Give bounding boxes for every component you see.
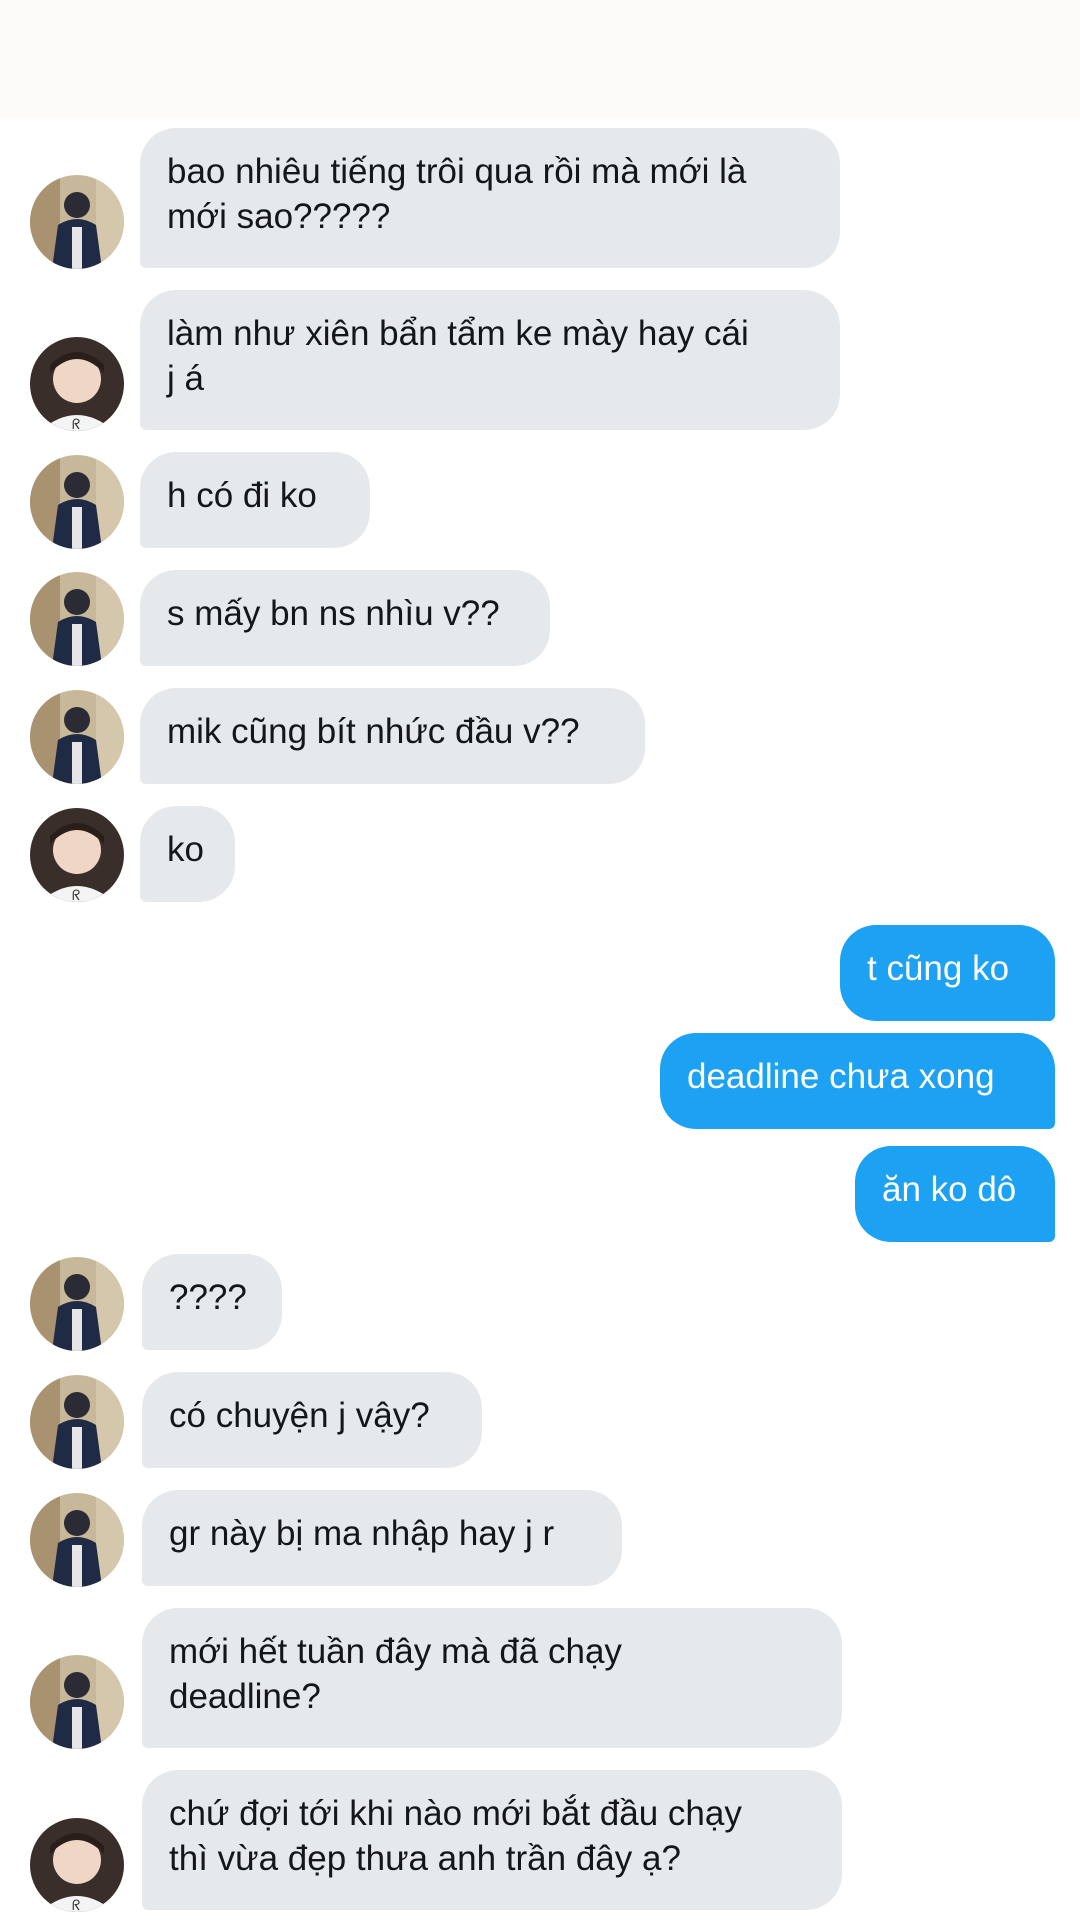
incoming-message-bubble[interactable]: bao nhiêu tiếng trôi qua rồi mà mới là m… xyxy=(140,128,840,268)
incoming-message-bubble[interactable]: s mấy bn ns nhìu v?? xyxy=(140,570,550,666)
avatar-boy-dark-jacket-icon[interactable] xyxy=(30,1257,124,1351)
avatar-image: ᖇ xyxy=(30,337,124,431)
avatar-image xyxy=(30,572,124,666)
incoming-message-bubble[interactable]: làm như xiên bẩn tẩm ke mày hay cái j á xyxy=(140,290,840,430)
incoming-message-bubble[interactable]: có chuyện j vậy? xyxy=(142,1372,482,1468)
avatar-boy-dark-jacket-icon[interactable] xyxy=(30,455,124,549)
outgoing-message-bubble[interactable]: t cũng ko xyxy=(840,925,1055,1021)
svg-text:ᖇ: ᖇ xyxy=(72,1898,80,1912)
incoming-message-bubble[interactable]: ???? xyxy=(142,1254,282,1350)
avatar-image xyxy=(30,1655,124,1749)
avatar-boy-dark-jacket-icon[interactable] xyxy=(30,1375,124,1469)
svg-text:ᖇ: ᖇ xyxy=(72,888,80,902)
message-thread[interactable]: bao nhiêu tiếng trôi qua rồi mà mới là m… xyxy=(0,0,1080,1920)
svg-text:ᖇ: ᖇ xyxy=(72,417,80,431)
avatar-boy-dark-jacket-icon[interactable] xyxy=(30,175,124,269)
avatar-image: ᖇ xyxy=(30,808,124,902)
incoming-message-bubble[interactable]: h có đi ko xyxy=(140,452,370,548)
outgoing-message-bubble[interactable]: ăn ko dô xyxy=(855,1146,1055,1242)
avatar-kid-white-shirt-icon[interactable]: ᖇ xyxy=(30,1818,124,1912)
avatar-image xyxy=(30,1257,124,1351)
avatar-image: ᖇ xyxy=(30,1818,124,1912)
avatar-image xyxy=(30,1493,124,1587)
avatar-image xyxy=(30,1375,124,1469)
avatar-image xyxy=(30,455,124,549)
avatar-boy-dark-jacket-icon[interactable] xyxy=(30,1655,124,1749)
avatar-boy-dark-jacket-icon[interactable] xyxy=(30,690,124,784)
incoming-message-bubble[interactable]: gr này bị ma nhập hay j r xyxy=(142,1490,622,1586)
avatar-kid-white-shirt-icon[interactable]: ᖇ xyxy=(30,337,124,431)
avatar-boy-dark-jacket-icon[interactable] xyxy=(30,1493,124,1587)
outgoing-message-bubble[interactable]: deadline chưa xong xyxy=(660,1033,1055,1129)
avatar-kid-white-shirt-icon[interactable]: ᖇ xyxy=(30,808,124,902)
avatar-image xyxy=(30,690,124,784)
incoming-message-bubble[interactable]: mới hết tuần đây mà đã chạy deadline? xyxy=(142,1608,842,1748)
avatar-boy-dark-jacket-icon[interactable] xyxy=(30,572,124,666)
incoming-message-bubble[interactable]: ko xyxy=(140,806,235,902)
incoming-message-bubble[interactable]: mik cũng bít nhức đầu v?? xyxy=(140,688,645,784)
avatar-image xyxy=(30,175,124,269)
incoming-message-bubble[interactable]: chứ đợi tới khi nào mới bắt đầu chạy thì… xyxy=(142,1770,842,1910)
